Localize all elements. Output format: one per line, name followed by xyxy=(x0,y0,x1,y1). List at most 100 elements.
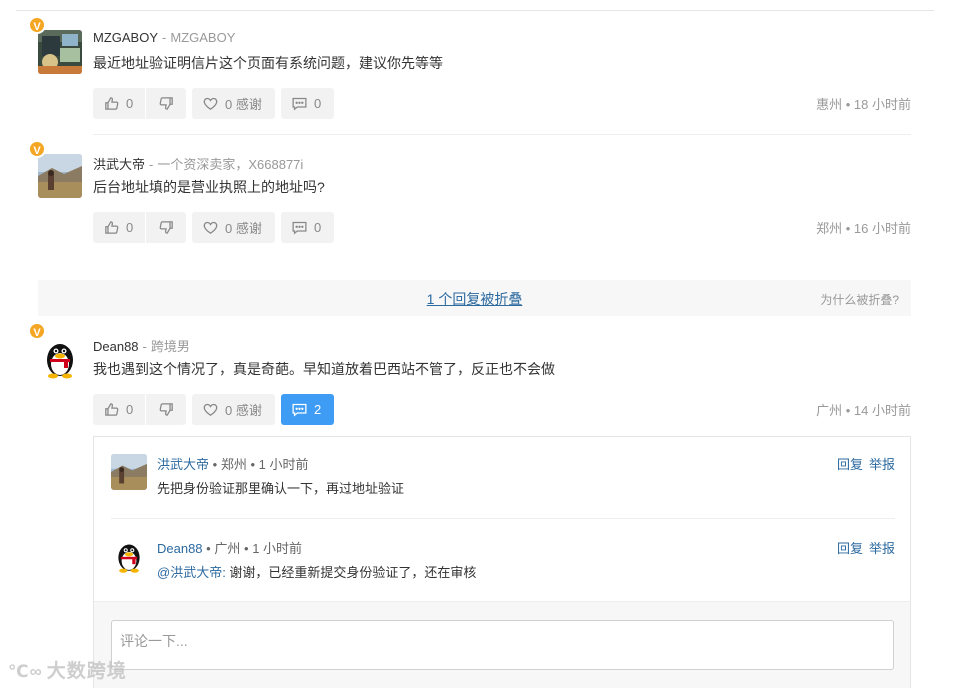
heart-icon xyxy=(203,221,218,234)
folded-replies-link[interactable]: 1 个回复被折叠 xyxy=(38,289,911,309)
comment-bubble-icon xyxy=(292,221,307,235)
reply-body: 谢谢，已经重新提交身份验证了，还在审核 xyxy=(225,565,477,580)
nested-replies-panel: 洪武大帝 • 郑州 • 1 小时前 先把身份验证那里确认一下，再过地址验证 回复… xyxy=(93,436,911,688)
avatar[interactable] xyxy=(111,538,147,574)
watermark: ℃∞ 大数跨境 xyxy=(8,656,127,683)
reply-header: Dean88 • 广州 • 1 小时前 xyxy=(157,538,302,557)
top-divider xyxy=(16,10,934,11)
thumbs-up-icon xyxy=(105,97,119,110)
avatar[interactable]: V xyxy=(28,16,82,74)
author-tag: 一个资深卖家，X668877i xyxy=(157,157,304,172)
location: 郑州 xyxy=(816,221,843,236)
reply-item: Dean88 • 广州 • 1 小时前 @洪武大帝: 谢谢，已经重新提交身份验证… xyxy=(111,538,895,598)
comment-item: V MZGABOY - MZGABOY 最近地址验证明信片这个页面有系统问题，建议你… xyxy=(28,16,911,135)
reply-count: 2 xyxy=(314,402,322,417)
comment-input-area xyxy=(94,601,910,688)
thanks-button[interactable]: 0 感谢 xyxy=(192,394,275,425)
avatar[interactable]: V xyxy=(28,140,82,198)
folded-replies-bar: 1 个回复被折叠 为什么被折叠? xyxy=(38,280,911,316)
meta-dot: • xyxy=(244,541,249,556)
thanks-count: 0 感谢 xyxy=(225,221,262,236)
author-tag: 跨境男 xyxy=(150,339,190,354)
report-link[interactable]: 举报 xyxy=(869,457,895,472)
qq-penguin-icon xyxy=(111,538,147,574)
reply-button[interactable]: 0 xyxy=(281,88,334,119)
thanks-button[interactable]: 0 感谢 xyxy=(192,212,275,243)
like-button[interactable]: 0 xyxy=(93,394,146,425)
like-count: 0 xyxy=(126,402,134,417)
thanks-count: 0 感谢 xyxy=(225,403,262,418)
location: 广州 xyxy=(214,541,241,556)
qq-penguin-icon xyxy=(38,336,82,380)
reply-text: 先把身份验证那里确认一下，再过地址验证 xyxy=(157,478,404,497)
comment-text: 我也遇到这个情况了，真是奇葩。早知道放着巴西站不管了，反正也不会做 xyxy=(93,361,555,377)
comment-actions: 0 0 感谢 0 xyxy=(93,212,334,243)
comment-header: 洪武大帝 - 一个资深卖家，X668877i xyxy=(93,154,303,173)
verified-badge-icon: V xyxy=(28,322,46,340)
meta-dot: • xyxy=(250,457,256,472)
report-link[interactable]: 举报 xyxy=(869,541,895,556)
reply-button[interactable]: 2 xyxy=(281,394,334,425)
location: 惠州 xyxy=(816,97,843,112)
comment-input[interactable] xyxy=(111,620,894,670)
verified-badge-icon: V xyxy=(28,140,46,158)
author-name[interactable]: MZGABOY xyxy=(93,30,158,45)
reply-count: 0 xyxy=(314,96,322,111)
reply-divider xyxy=(111,518,895,519)
heart-icon xyxy=(203,97,218,110)
reply-link[interactable]: 回复 xyxy=(837,541,863,556)
reply-button[interactable]: 0 xyxy=(281,212,334,243)
thumbs-up-icon xyxy=(105,221,119,234)
like-button[interactable]: 0 xyxy=(93,212,146,243)
comment-text: 最近地址验证明信片这个页面有系统问题，建议你先等等 xyxy=(93,55,443,71)
thumbs-down-icon xyxy=(159,97,173,110)
like-button[interactable]: 0 xyxy=(93,88,146,119)
reply-text: @洪武大帝: 谢谢，已经重新提交身份验证了，还在审核 xyxy=(157,562,476,581)
location: 郑州 xyxy=(220,457,247,472)
dislike-button[interactable] xyxy=(146,88,186,119)
author-tag: MZGABOY xyxy=(170,30,236,45)
why-folded-link[interactable]: 为什么被折叠? xyxy=(820,291,899,308)
reply-author-name[interactable]: Dean88 xyxy=(157,541,203,556)
reply-author-name[interactable]: 洪武大帝 xyxy=(157,457,209,472)
thumbs-up-icon xyxy=(105,403,119,416)
reply-actions: 回复 举报 xyxy=(831,538,895,557)
meta-dot: • xyxy=(845,221,851,236)
comment-meta: 惠州 • 18 小时前 xyxy=(816,94,911,113)
timestamp: 1 小时前 xyxy=(252,541,303,556)
like-count: 0 xyxy=(126,96,134,111)
location: 广州 xyxy=(816,403,843,418)
timestamp: 1 小时前 xyxy=(258,457,309,472)
comment-text: 后台地址填的是营业执照上的地址吗? xyxy=(93,179,325,195)
timestamp: 14 小时前 xyxy=(853,403,911,418)
reply-count: 0 xyxy=(314,220,322,235)
comment-bubble-icon xyxy=(292,403,307,417)
dislike-button[interactable] xyxy=(146,394,186,425)
timestamp: 16 小时前 xyxy=(853,221,911,236)
dislike-button[interactable] xyxy=(146,212,186,243)
separator: - xyxy=(162,30,167,45)
comment-header: Dean88- 跨境男 xyxy=(93,336,190,355)
comment-item: V Dean88- 跨境男 我也遇到这个情况了，真是奇葩。早知道放着巴西站不管了，… xyxy=(28,322,911,436)
thumbs-down-icon xyxy=(159,221,173,234)
meta-dot: • xyxy=(845,403,851,418)
author-name[interactable]: Dean88 xyxy=(93,339,139,354)
reply-item: 洪武大帝 • 郑州 • 1 小时前 先把身份验证那里确认一下，再过地址验证 回复… xyxy=(111,454,895,514)
meta-dot: • xyxy=(212,457,218,472)
comment-actions: 0 0 感谢 2 xyxy=(93,394,334,425)
thanks-button[interactable]: 0 感谢 xyxy=(192,88,275,119)
like-count: 0 xyxy=(126,220,134,235)
author-name[interactable]: 洪武大帝 xyxy=(93,157,145,172)
comment-header: MZGABOY - MZGABOY xyxy=(93,30,235,45)
thanks-count: 0 感谢 xyxy=(225,97,262,112)
timestamp: 18 小时前 xyxy=(853,97,911,112)
meta-dot: • xyxy=(206,541,211,556)
meta-dot: • xyxy=(845,97,851,112)
separator: - xyxy=(149,157,154,172)
avatar[interactable] xyxy=(111,454,147,490)
reply-link[interactable]: 回复 xyxy=(837,457,863,472)
comment-meta: 广州 • 14 小时前 xyxy=(816,400,911,419)
comment-actions: 0 0 感谢 0 xyxy=(93,88,334,119)
reply-mention[interactable]: @洪武大帝: xyxy=(157,565,226,580)
avatar[interactable]: V xyxy=(28,322,82,380)
